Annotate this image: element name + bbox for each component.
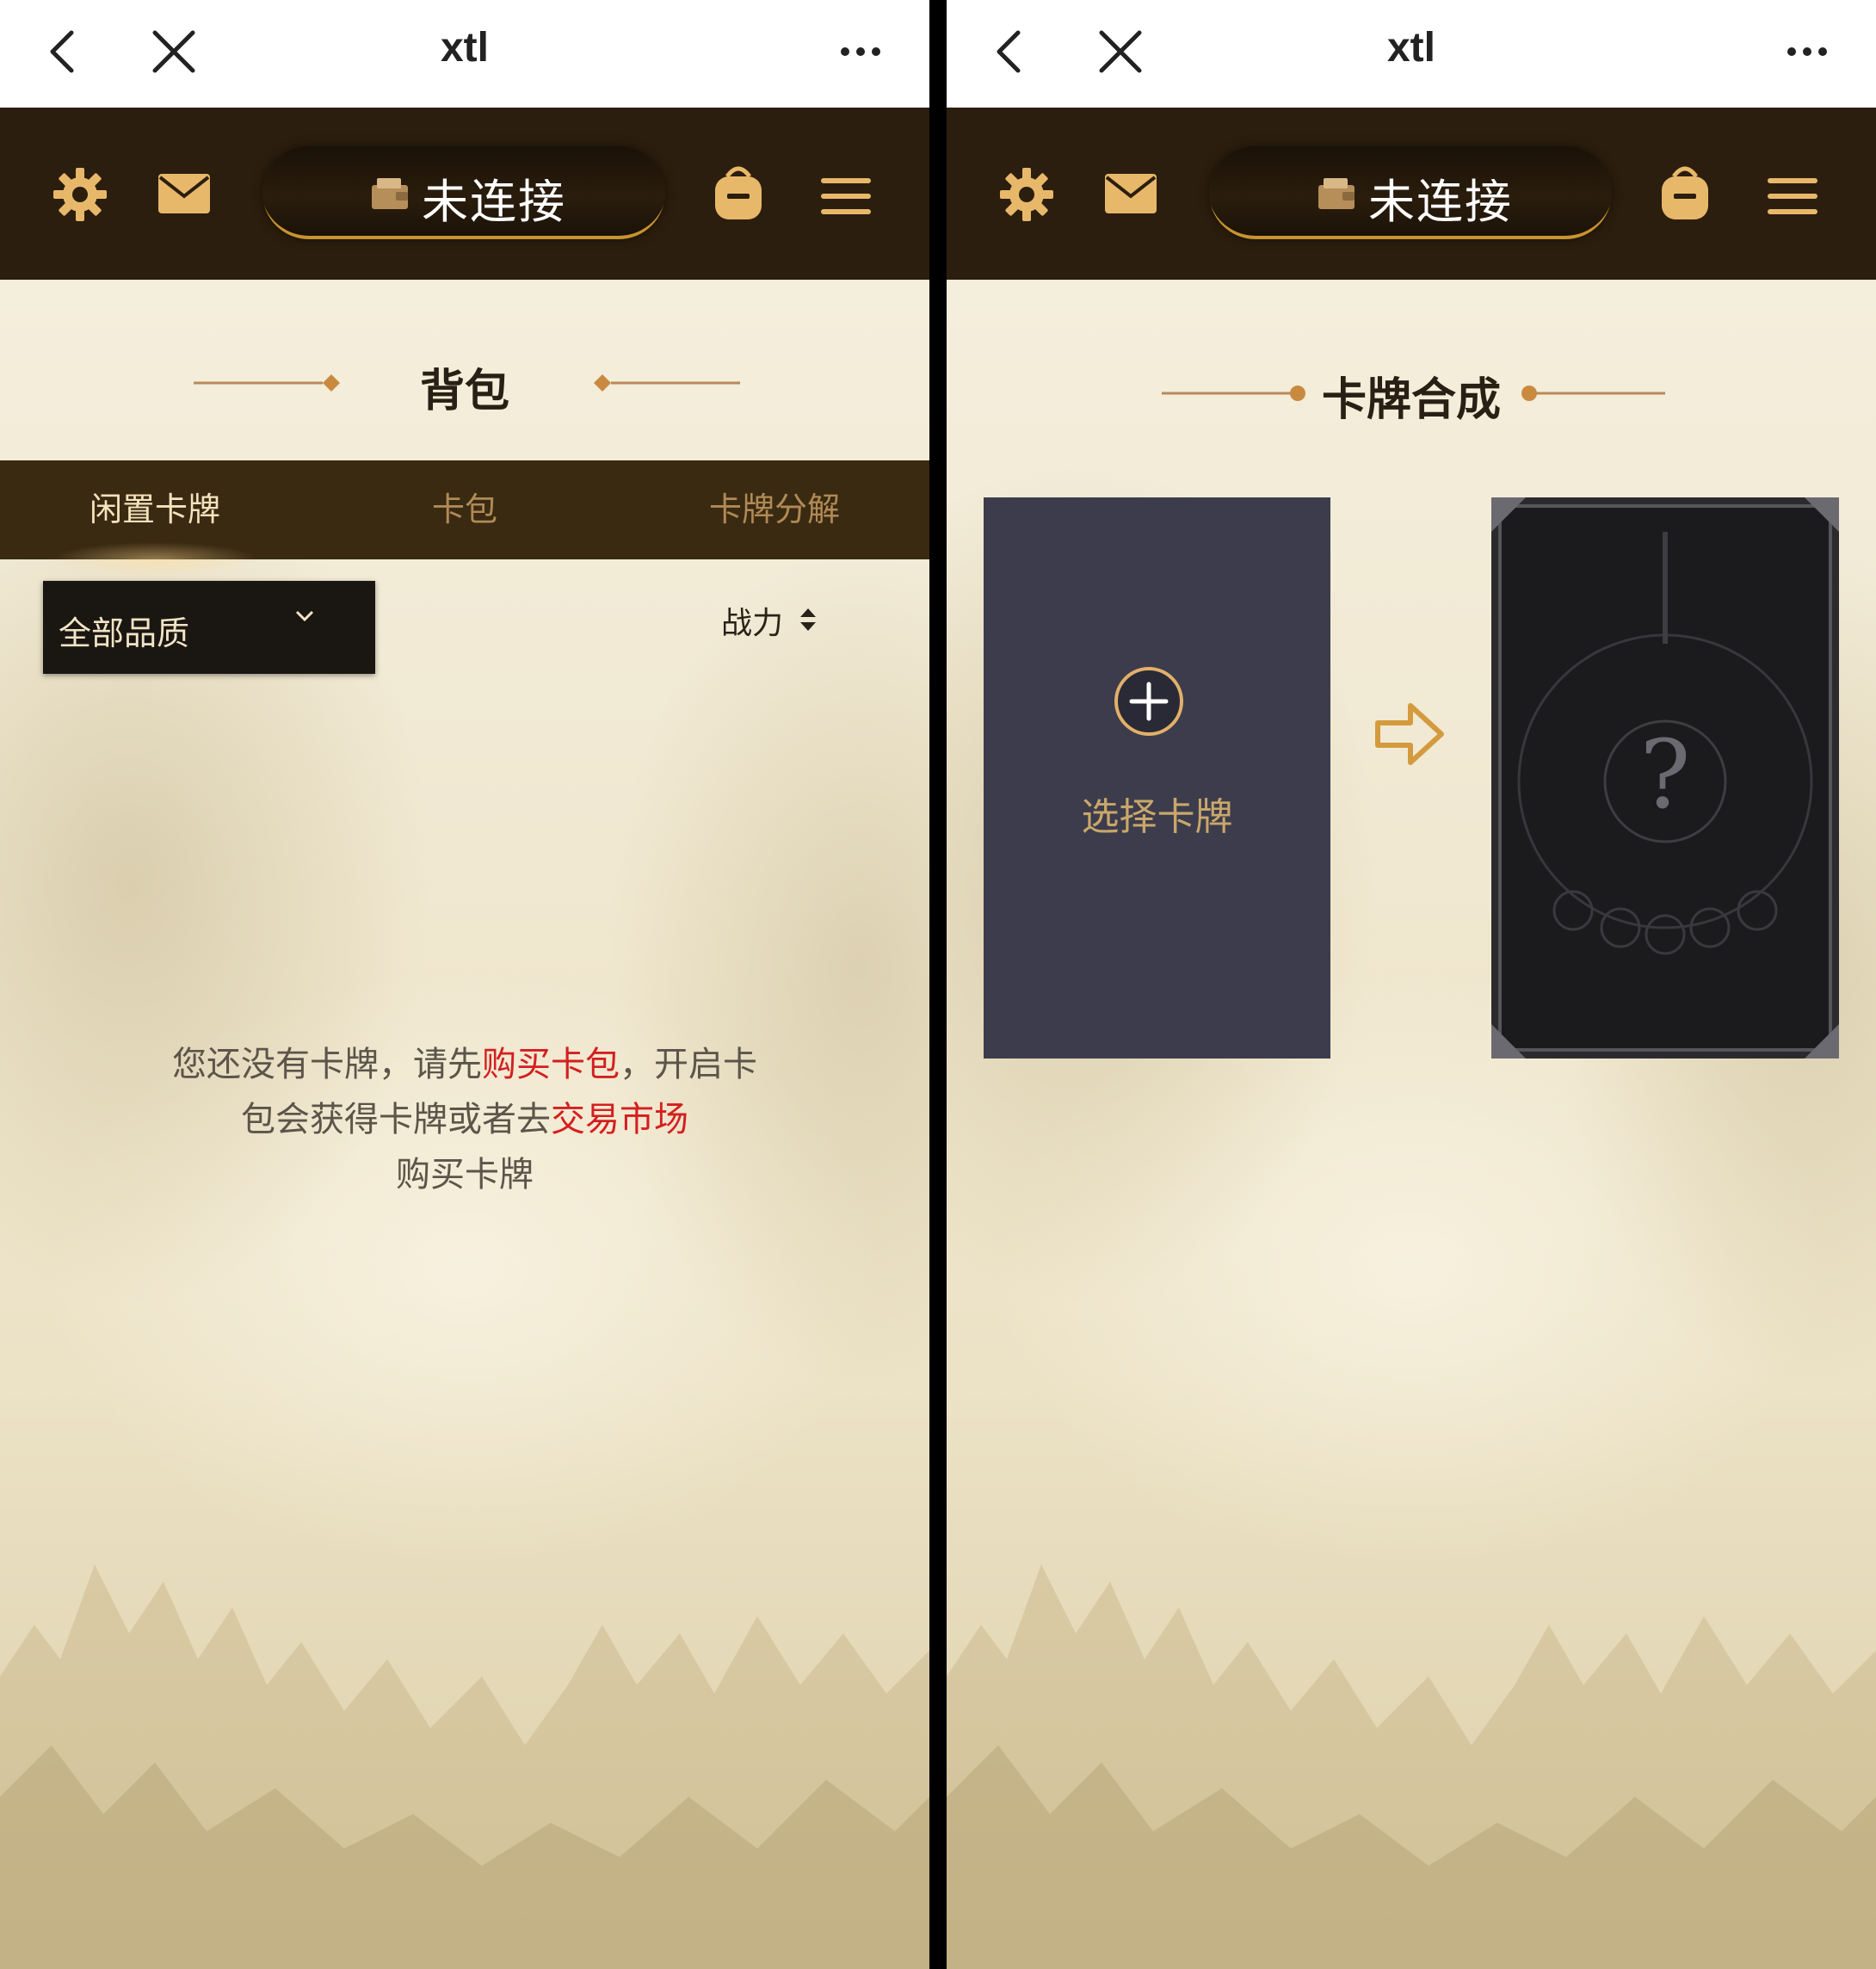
select-card-slot[interactable]: 选择卡牌 (984, 497, 1330, 1059)
game-header: 未连接 (0, 108, 929, 280)
settings-gear-icon[interactable] (52, 166, 108, 223)
page-title: xtl (1386, 25, 1435, 71)
chevron-down-icon (295, 610, 314, 622)
quality-filter-value: 全部品质 (59, 614, 190, 652)
sort-toggle-icon[interactable] (799, 607, 818, 633)
market-link[interactable]: 交易市场 (551, 1100, 688, 1139)
title-ornament-right (594, 374, 740, 392)
select-card-label: 选择卡牌 (1081, 795, 1233, 839)
more-options-icon[interactable] (835, 26, 886, 77)
quality-filter-dropdown[interactable]: 全部品质 (43, 581, 375, 674)
empty-msg-text-3: 购买卡牌 (396, 1155, 534, 1194)
backpack-icon[interactable] (710, 161, 767, 221)
connection-status-text: 未连接 (1368, 175, 1513, 229)
card-synthesis-screen: xtl 未连接 卡牌合成 选择卡牌 ? (947, 0, 1876, 1969)
wallet-icon (372, 178, 408, 209)
plus-circle-icon (1114, 667, 1183, 736)
section-title: 背包 (419, 366, 509, 417)
more-options-icon[interactable] (1781, 26, 1833, 77)
menu-icon[interactable] (819, 175, 873, 218)
menu-icon[interactable] (1766, 175, 1819, 218)
backpack-tabs: 闲置卡牌 卡包 卡牌分解 (0, 460, 929, 577)
browser-topbar: xtl (0, 0, 929, 108)
tab-card-decompose[interactable]: 卡牌分解 (620, 460, 929, 559)
mail-icon[interactable] (157, 172, 212, 215)
backpack-icon[interactable] (1657, 161, 1713, 221)
arrow-right-icon (1375, 703, 1444, 765)
title-ornament-right (1521, 386, 1665, 401)
tab-card-packs[interactable]: 卡包 (310, 460, 620, 559)
connection-status-text: 未连接 (422, 175, 566, 229)
question-mark: ? (1640, 719, 1691, 830)
wallet-icon (1318, 178, 1355, 209)
sort-by-power[interactable]: 战力 (721, 598, 783, 643)
game-header: 未连接 (947, 108, 1876, 280)
mountain-silhouette (947, 1565, 1876, 1969)
mountain-silhouette (0, 1565, 929, 1969)
browser-topbar: xtl (947, 0, 1876, 108)
backpack-screen: xtl 未连接 背包 闲置卡牌 卡包 卡牌分解 全部品质 战力 您还没有卡牌，请… (0, 0, 929, 1969)
tab-idle-cards[interactable]: 闲置卡牌 (0, 460, 310, 559)
buy-pack-link[interactable]: 购买卡包 (482, 1045, 620, 1084)
settings-gear-icon[interactable] (998, 166, 1055, 223)
mail-icon[interactable] (1103, 172, 1158, 215)
empty-cards-message: 您还没有卡牌，请先购买卡包，开启卡包会获得卡牌或者去交易市场 购买卡牌 (172, 1037, 757, 1202)
empty-msg-text-1: 您还没有卡牌，请先 (172, 1045, 482, 1084)
mystery-result-card: ? (1491, 497, 1839, 1059)
connection-status-pill[interactable]: 未连接 (1209, 146, 1612, 239)
section-title: 卡牌合成 (1321, 374, 1501, 426)
page-title: xtl (440, 25, 489, 71)
connection-status-pill[interactable]: 未连接 (262, 146, 665, 239)
